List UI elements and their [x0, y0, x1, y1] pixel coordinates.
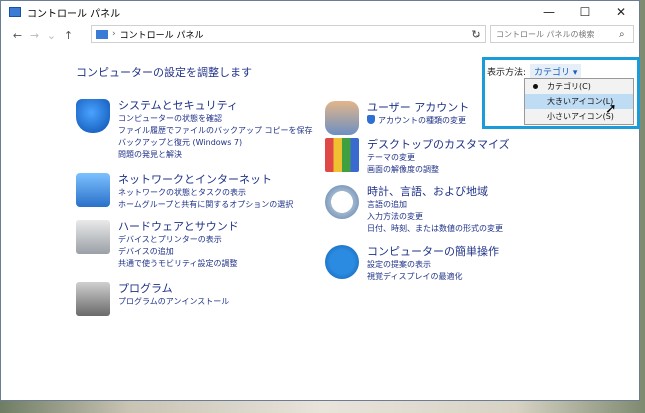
page-title: コンピューターの設定を調整します	[76, 66, 252, 79]
network-globe-icon[interactable]	[76, 173, 110, 207]
category-appearance: デスクトップのカスタマイズ テーマの変更 画面の解像度の調整	[325, 138, 510, 176]
category-clock-region: 時計、言語、および地域 言語の追加 入力方法の変更 日付、時刻、または数値の形式…	[325, 185, 503, 235]
category-link[interactable]: 日付、時刻、または数値の形式の変更	[367, 223, 503, 235]
category-link[interactable]: ファイル履歴でファイルのバックアップ コピーを保存	[118, 125, 313, 137]
users-icon[interactable]	[325, 101, 359, 135]
breadcrumb-separator-icon[interactable]: ›	[112, 29, 116, 39]
view-by-menu: カテゴリ(C) 大きいアイコン(L) 小さいアイコン(S)	[524, 78, 634, 125]
menu-item-small-icons[interactable]: 小さいアイコン(S)	[525, 109, 633, 124]
title-bar[interactable]: コントロール パネル — ☐ ✕	[1, 1, 639, 23]
back-arrow-icon[interactable]: ←	[9, 29, 26, 42]
category-link[interactable]: 言語の追加	[367, 199, 503, 211]
navigation-bar: ← → ⌄ ↑ › コントロール パネル ⌄ ↻ コントロール パネルの検索 ⌕	[1, 23, 639, 47]
shield-icon[interactable]	[76, 99, 110, 133]
printer-icon[interactable]	[76, 220, 110, 254]
refresh-icon[interactable]: ↻	[468, 26, 484, 42]
category-link[interactable]: プログラムのアンインストール	[118, 296, 229, 308]
category-link[interactable]: 問題の発見と解決	[118, 149, 313, 161]
address-bar[interactable]: › コントロール パネル ⌄	[91, 25, 486, 43]
window-title: コントロール パネル	[27, 8, 121, 20]
category-title[interactable]: 時計、言語、および地域	[367, 185, 503, 199]
mouse-cursor-icon: ➚	[605, 101, 617, 117]
category-link[interactable]: ホームグループと共有に関するオプションの選択	[118, 199, 293, 211]
category-user-accounts: ユーザー アカウント アカウントの種類の変更	[325, 101, 469, 135]
category-link[interactable]: デバイスの追加	[118, 246, 239, 258]
category-hardware: ハードウェアとサウンド デバイスとプリンターの表示 デバイスの追加 共通で使うモ…	[76, 220, 239, 270]
category-link[interactable]: 視覚ディスプレイの最適化	[367, 271, 499, 283]
search-placeholder: コントロール パネルの検索	[496, 29, 595, 39]
category-link[interactable]: 入力方法の変更	[367, 211, 503, 223]
category-title[interactable]: プログラム	[118, 282, 229, 296]
programs-disk-icon[interactable]	[76, 282, 110, 316]
category-link[interactable]: バックアップと復元 (Windows 7)	[118, 137, 313, 149]
close-button[interactable]: ✕	[603, 1, 639, 23]
menu-item-large-icons[interactable]: 大きいアイコン(L)	[525, 94, 633, 109]
category-programs: プログラム プログラムのアンインストール	[76, 282, 229, 316]
category-link[interactable]: デバイスとプリンターの表示	[118, 234, 239, 246]
clock-globe-icon[interactable]	[325, 185, 359, 219]
category-title[interactable]: ユーザー アカウント	[367, 101, 469, 115]
maximize-button[interactable]: ☐	[567, 1, 603, 23]
category-link[interactable]: 画面の解像度の調整	[367, 164, 510, 176]
category-title[interactable]: ハードウェアとサウンド	[118, 220, 239, 234]
category-ease-of-access: コンピューターの簡単操作 設定の提案の表示 視覚ディスプレイの最適化	[325, 245, 499, 283]
up-arrow-icon[interactable]: ↑	[60, 29, 77, 42]
recent-chevron-down-icon[interactable]: ⌄	[43, 29, 60, 42]
ease-of-access-icon[interactable]	[325, 245, 359, 279]
category-link[interactable]: コンピューターの状態を確認	[118, 113, 313, 125]
search-icon[interactable]: ⌕	[619, 29, 633, 40]
category-system-security: システムとセキュリティ コンピューターの状態を確認 ファイル履歴でファイルのバッ…	[76, 99, 313, 161]
radio-selected-icon	[533, 84, 538, 89]
category-link[interactable]: ネットワークの状態とタスクの表示	[118, 187, 293, 199]
control-panel-icon	[9, 7, 21, 17]
uac-shield-icon	[367, 115, 375, 124]
category-link[interactable]: 共通で使うモビリティ設定の調整	[118, 258, 239, 270]
category-link[interactable]: 設定の提案の表示	[367, 259, 499, 271]
menu-item-category[interactable]: カテゴリ(C)	[525, 79, 633, 94]
category-link[interactable]: アカウントの種類の変更	[367, 115, 469, 127]
minimize-button[interactable]: —	[531, 1, 567, 23]
category-link[interactable]: テーマの変更	[367, 152, 510, 164]
search-input[interactable]: コントロール パネルの検索 ⌕	[490, 25, 634, 43]
desktop-customize-icon[interactable]	[325, 138, 359, 172]
forward-arrow-icon[interactable]: →	[26, 29, 43, 42]
category-title[interactable]: システムとセキュリティ	[118, 99, 313, 113]
breadcrumb-item[interactable]: コントロール パネル	[120, 28, 204, 41]
category-title[interactable]: ネットワークとインターネット	[118, 173, 293, 187]
control-panel-window: コントロール パネル — ☐ ✕ ← → ⌄ ↑ › コントロール パネル ⌄ …	[0, 0, 640, 401]
category-network: ネットワークとインターネット ネットワークの状態とタスクの表示 ホームグループと…	[76, 173, 293, 211]
category-title[interactable]: デスクトップのカスタマイズ	[367, 138, 510, 152]
category-title[interactable]: コンピューターの簡単操作	[367, 245, 499, 259]
control-panel-icon	[96, 29, 108, 39]
